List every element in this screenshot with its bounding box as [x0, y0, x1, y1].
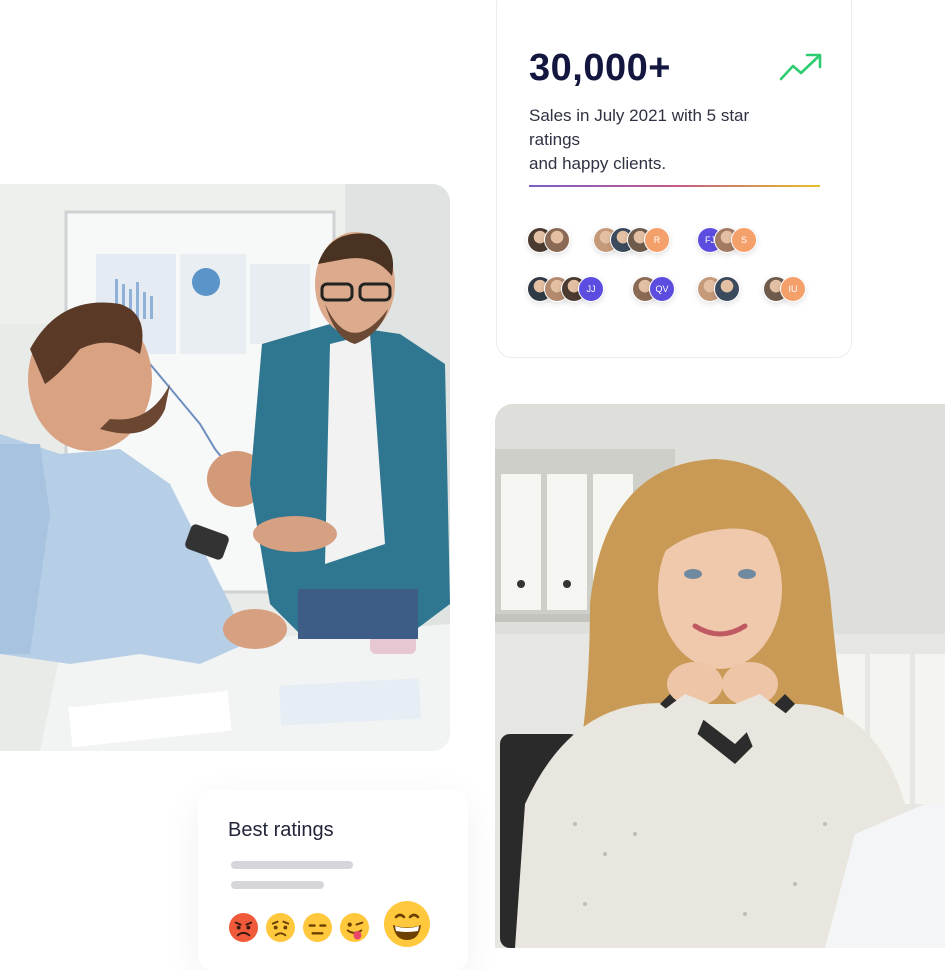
avatar	[544, 227, 570, 253]
worried-face-emoji[interactable]	[265, 912, 296, 943]
ratings-title: Best ratings	[228, 819, 334, 841]
expressionless-face-emoji[interactable]	[302, 912, 333, 943]
angry-face-emoji[interactable]	[228, 912, 259, 943]
client-avatars: R FJ S JJ QV IU	[527, 227, 847, 337]
winking-tongue-face-emoji[interactable]	[339, 912, 370, 943]
avatar-initials: IU	[780, 276, 806, 302]
avatar-initials: S	[731, 227, 757, 253]
stats-description-line: Sales in July 2021 with 5 star	[529, 106, 750, 125]
best-ratings-card: Best ratings	[198, 790, 468, 970]
grinning-face-emoji[interactable]	[383, 900, 431, 948]
gradient-divider	[529, 185, 820, 187]
placeholder-line	[231, 881, 324, 889]
stats-description-line: and happy clients.	[529, 154, 667, 173]
avatar	[714, 276, 740, 302]
stats-description: Sales in July 2021 with 5 star ratings a…	[529, 104, 799, 176]
avatar-initials: JJ	[578, 276, 604, 302]
avatar-initials: QV	[649, 276, 675, 302]
team-photo	[0, 184, 450, 751]
stats-description-line: ratings	[529, 130, 581, 149]
sales-stats-card: 30,000+ Sales in July 2021 with 5 star r…	[496, 0, 852, 358]
trending-up-icon	[779, 53, 822, 81]
emoji-rating-row	[228, 900, 448, 952]
woman-photo	[495, 404, 945, 948]
placeholder-line	[231, 861, 353, 869]
stats-value: 30,000+	[529, 47, 671, 89]
avatar-initials: R	[644, 227, 670, 253]
